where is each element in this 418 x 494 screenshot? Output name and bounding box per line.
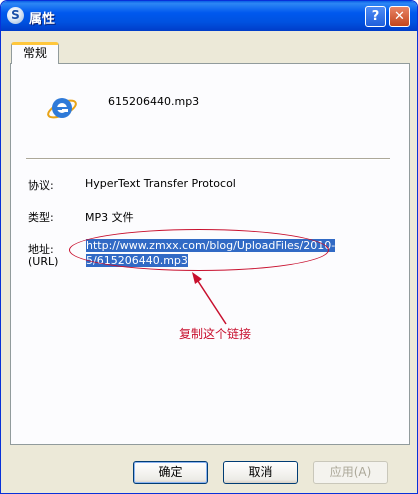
properties-dialog: S 属性 ? ✕ 常规 615206440.mp3 协议: HyperText … (0, 0, 418, 494)
divider (26, 158, 390, 160)
annotation-ellipse (69, 229, 329, 271)
protocol-label: 协议: (28, 179, 54, 192)
file-name: 615206440.mp3 (108, 95, 200, 108)
type-label: 类型: (28, 211, 54, 224)
cancel-button[interactable]: 取消 (223, 461, 298, 484)
app-logo-icon: S (7, 7, 24, 24)
address-sublabel: (URL) (28, 255, 59, 268)
help-button[interactable]: ? (365, 6, 386, 27)
ie-icon (47, 98, 77, 119)
type-value: MP3 文件 (85, 211, 134, 224)
title-bar[interactable]: S 属性 ? ✕ (1, 1, 417, 31)
window-title: 属性 (29, 12, 56, 27)
annotation-text: 复制这个链接 (179, 327, 252, 341)
ok-button[interactable]: 确定 (133, 461, 208, 484)
protocol-value: HyperText Transfer Protocol (85, 177, 236, 190)
close-button[interactable]: ✕ (389, 6, 410, 27)
tab-general[interactable]: 常规 (11, 42, 59, 64)
annotation-arrow (192, 272, 227, 325)
apply-button[interactable]: 应用(A) (313, 461, 388, 484)
